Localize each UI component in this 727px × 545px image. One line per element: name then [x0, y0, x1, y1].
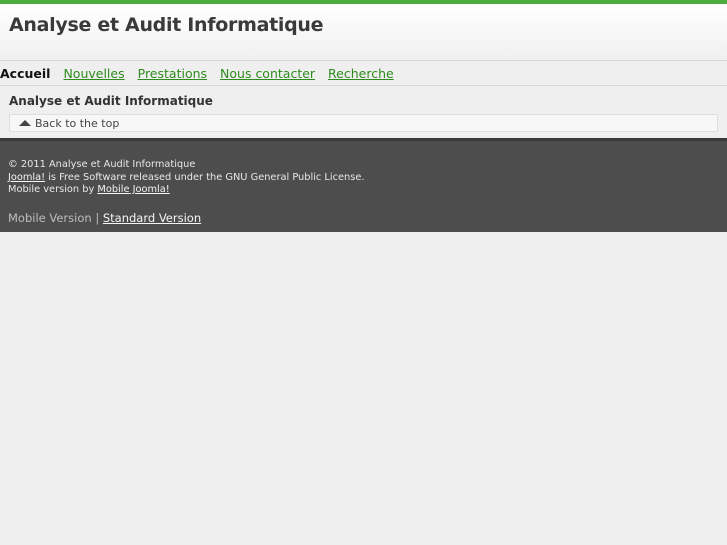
version-switcher: Mobile Version | Standard Version: [8, 210, 719, 225]
main-content: Analyse et Audit Informatique Back to th…: [0, 86, 727, 138]
nav-item-nouvelles[interactable]: Nouvelles: [63, 66, 124, 81]
back-to-top-link[interactable]: Back to the top: [9, 114, 718, 132]
nav-item-nous-contacter[interactable]: Nous contacter: [220, 66, 315, 81]
main-nav: Accueil Nouvelles Prestations Nous conta…: [0, 61, 727, 86]
copyright-text: © 2011 Analyse et Audit Informatique: [8, 159, 196, 170]
license-line: Joomla! is Free Software released under …: [8, 172, 719, 185]
mobile-joomla-link[interactable]: Mobile Joomla!: [97, 184, 169, 195]
content-heading: Analyse et Audit Informatique: [9, 94, 213, 108]
license-text: is Free Software released under the GNU …: [45, 171, 365, 183]
site-title: Analyse et Audit Informatique: [9, 14, 324, 36]
nav-item-accueil[interactable]: Accueil: [0, 66, 50, 81]
site-header: Analyse et Audit Informatique: [0, 4, 727, 61]
nav-item-prestations[interactable]: Prestations: [138, 66, 207, 81]
standard-version-link[interactable]: Standard Version: [103, 211, 201, 225]
version-separator: |: [91, 210, 103, 225]
site-footer: © 2011 Analyse et Audit Informatique Joo…: [0, 138, 727, 232]
joomla-link[interactable]: Joomla!: [8, 172, 45, 183]
mobile-credit-line: Mobile version by Mobile Joomla!: [8, 184, 719, 197]
nav-item-recherche[interactable]: Recherche: [328, 66, 394, 81]
back-to-top-label: Back to the top: [35, 116, 120, 130]
mobile-by-text: Mobile version by: [8, 184, 98, 195]
mobile-version-label: Mobile Version: [8, 210, 92, 225]
arrow-up-icon: [19, 120, 31, 126]
